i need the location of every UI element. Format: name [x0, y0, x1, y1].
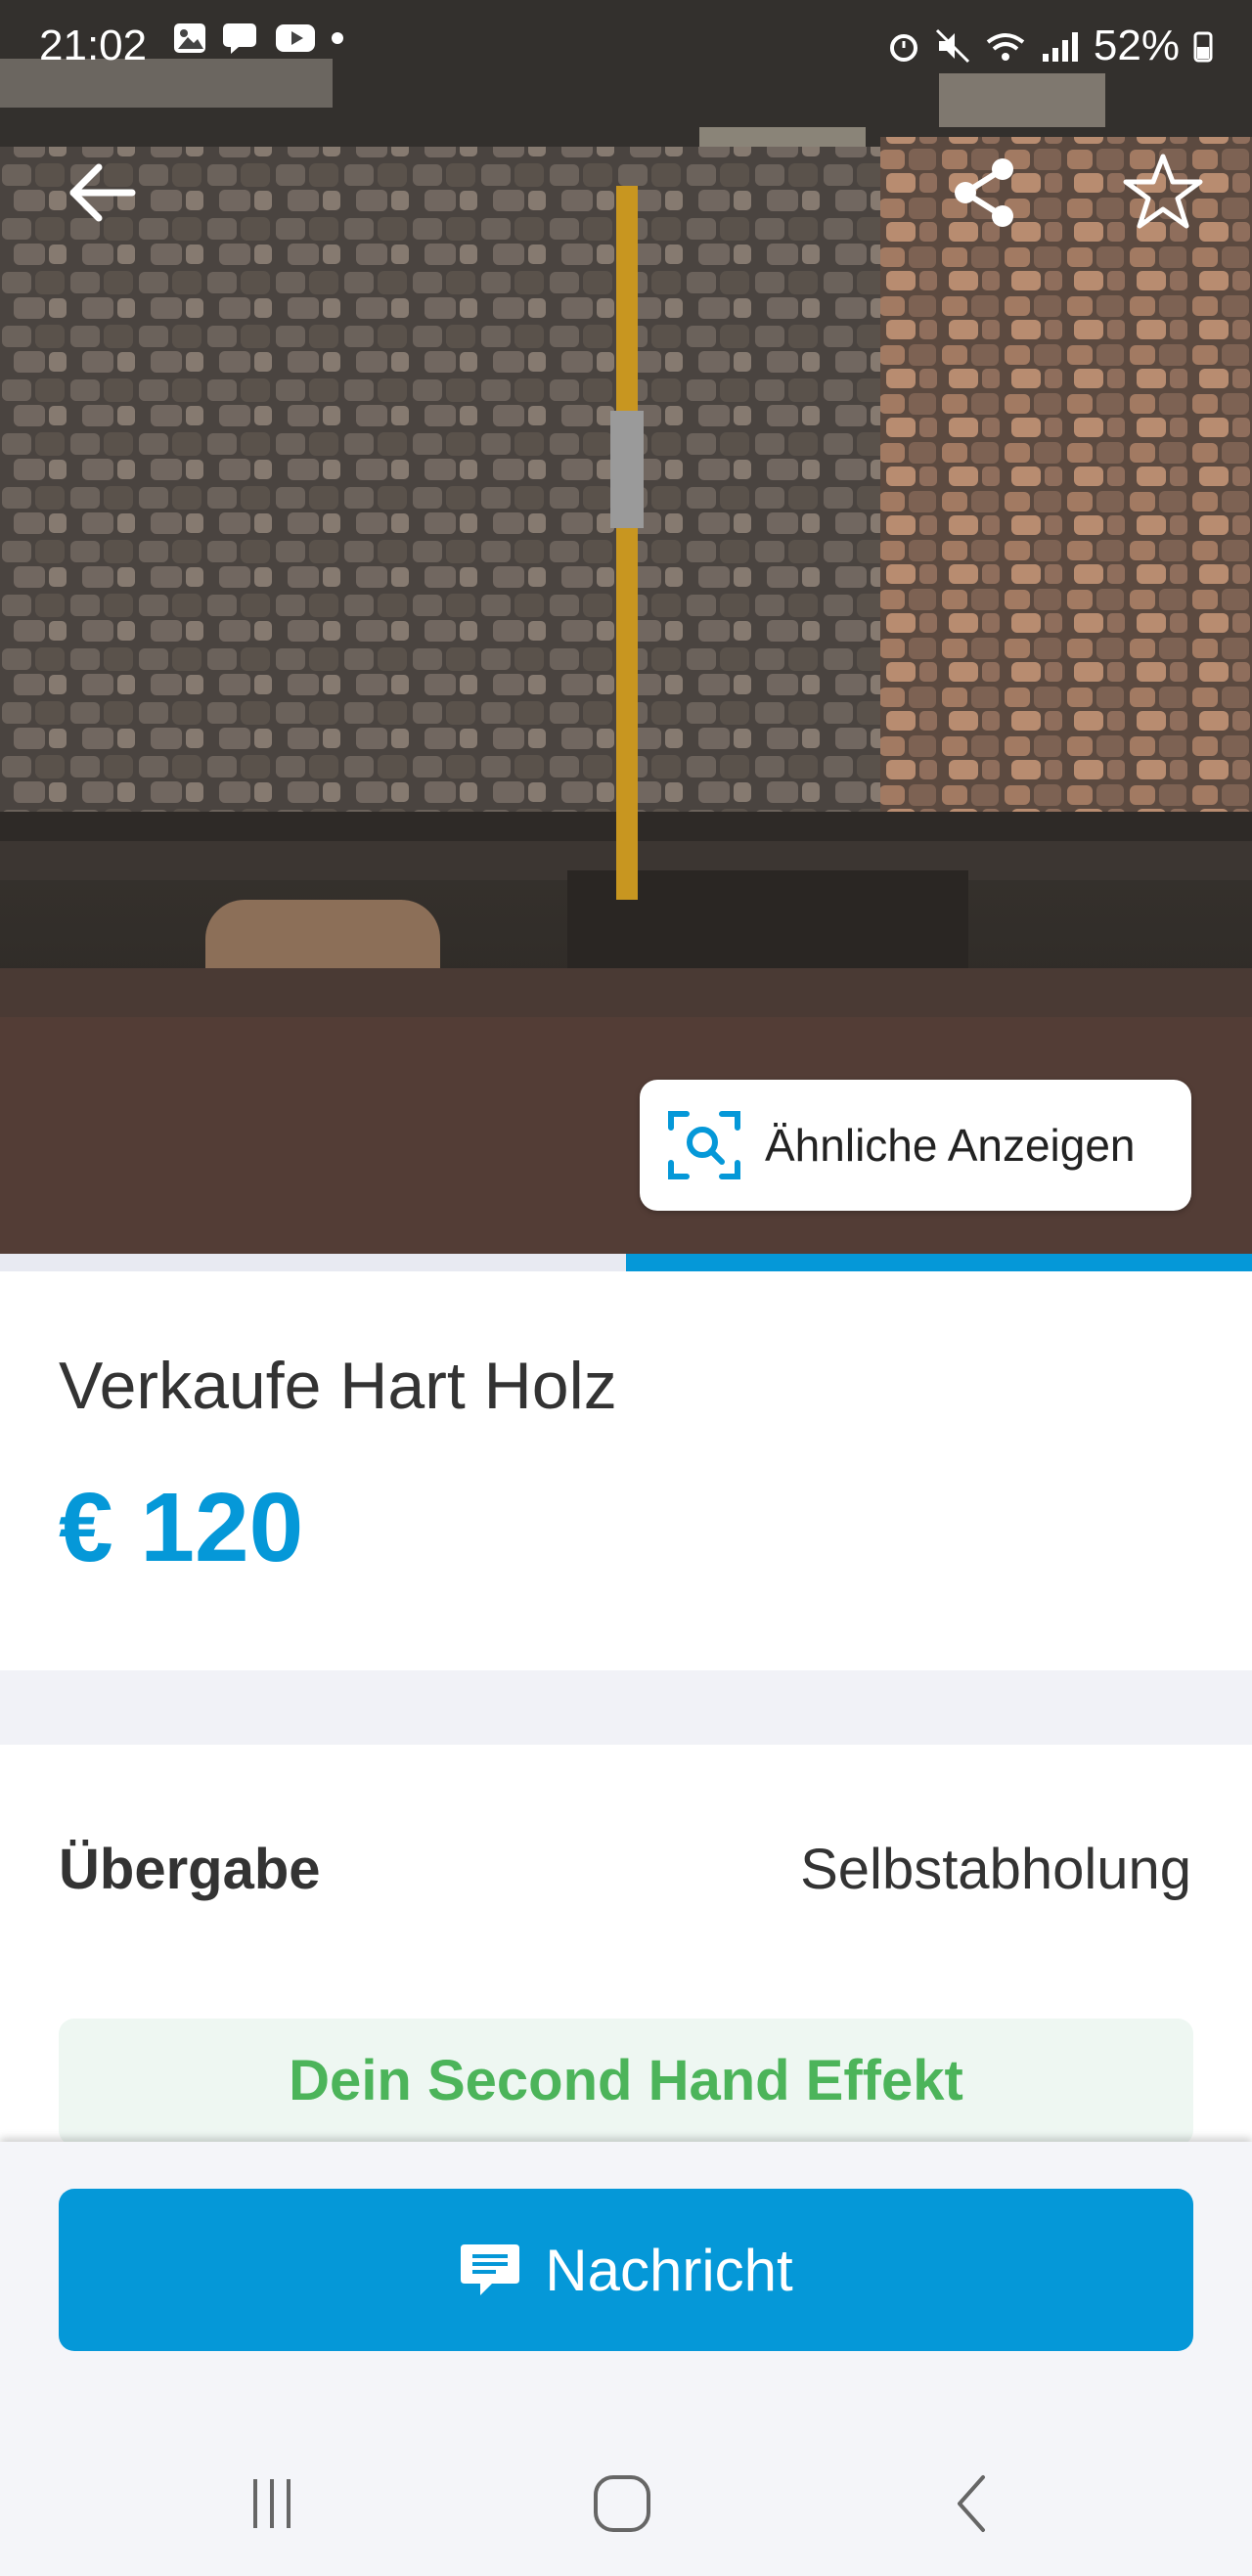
- alarm-icon: [889, 34, 917, 62]
- chat-bubble-icon: [461, 2244, 520, 2295]
- second-hand-effect-title: Dein Second Hand Effekt: [289, 2049, 963, 2112]
- firewood-photo: [0, 0, 1252, 1254]
- similar-ads-label: Ähnliche Anzeigen: [765, 1120, 1136, 1171]
- recents-icon: [253, 2479, 291, 2528]
- youtube-icon: [276, 24, 315, 52]
- battery-level: 52%: [1093, 22, 1180, 69]
- status-time: 21:02: [39, 22, 148, 69]
- mute-icon: [935, 28, 969, 64]
- wifi-icon: [986, 33, 1025, 61]
- nav-recents-button[interactable]: [213, 2455, 331, 2553]
- arrow-left-icon: [69, 163, 136, 222]
- signal-icon: [1042, 32, 1078, 62]
- listing-price: € 120: [59, 1473, 304, 1582]
- back-button[interactable]: [59, 149, 147, 237]
- status-system-icons: 52%: [886, 22, 1213, 70]
- home-icon: [594, 2475, 650, 2532]
- nav-home-button[interactable]: [563, 2455, 681, 2553]
- listing-photo[interactable]: 21:02 52% Ähnliche Anzeigen: [0, 0, 1252, 1254]
- share-button[interactable]: [941, 149, 1029, 237]
- favorite-button[interactable]: [1119, 149, 1207, 237]
- second-hand-effect-card[interactable]: Dein Second Hand Effekt: [59, 2019, 1193, 2146]
- back-chevron-icon: [958, 2475, 985, 2532]
- gallery-icon: [174, 23, 205, 53]
- message-button-label: Nachricht: [545, 2237, 793, 2303]
- share-icon: [955, 158, 1013, 227]
- nav-back-button[interactable]: [914, 2455, 1031, 2553]
- star-outline-icon: [1123, 154, 1203, 229]
- gallery-progress-indicator: [626, 1254, 1252, 1271]
- section-divider: [0, 1670, 1252, 1745]
- status-notification-icons: [172, 22, 344, 55]
- handover-value: Selbstabholung: [800, 1838, 1191, 1901]
- image-search-icon: [668, 1111, 740, 1179]
- message-button[interactable]: Nachricht: [59, 2189, 1193, 2351]
- similar-ads-button[interactable]: Ähnliche Anzeigen: [640, 1080, 1191, 1211]
- dot-icon: [332, 32, 343, 44]
- system-nav-bar: [0, 2425, 1252, 2576]
- battery-icon: [1193, 31, 1213, 63]
- chat-app-icon: [223, 23, 256, 54]
- listing-title: Verkaufe Hart Holz: [59, 1349, 617, 1423]
- handover-label: Übergabe: [59, 1838, 321, 1901]
- status-bar: 21:02 52%: [0, 0, 1252, 88]
